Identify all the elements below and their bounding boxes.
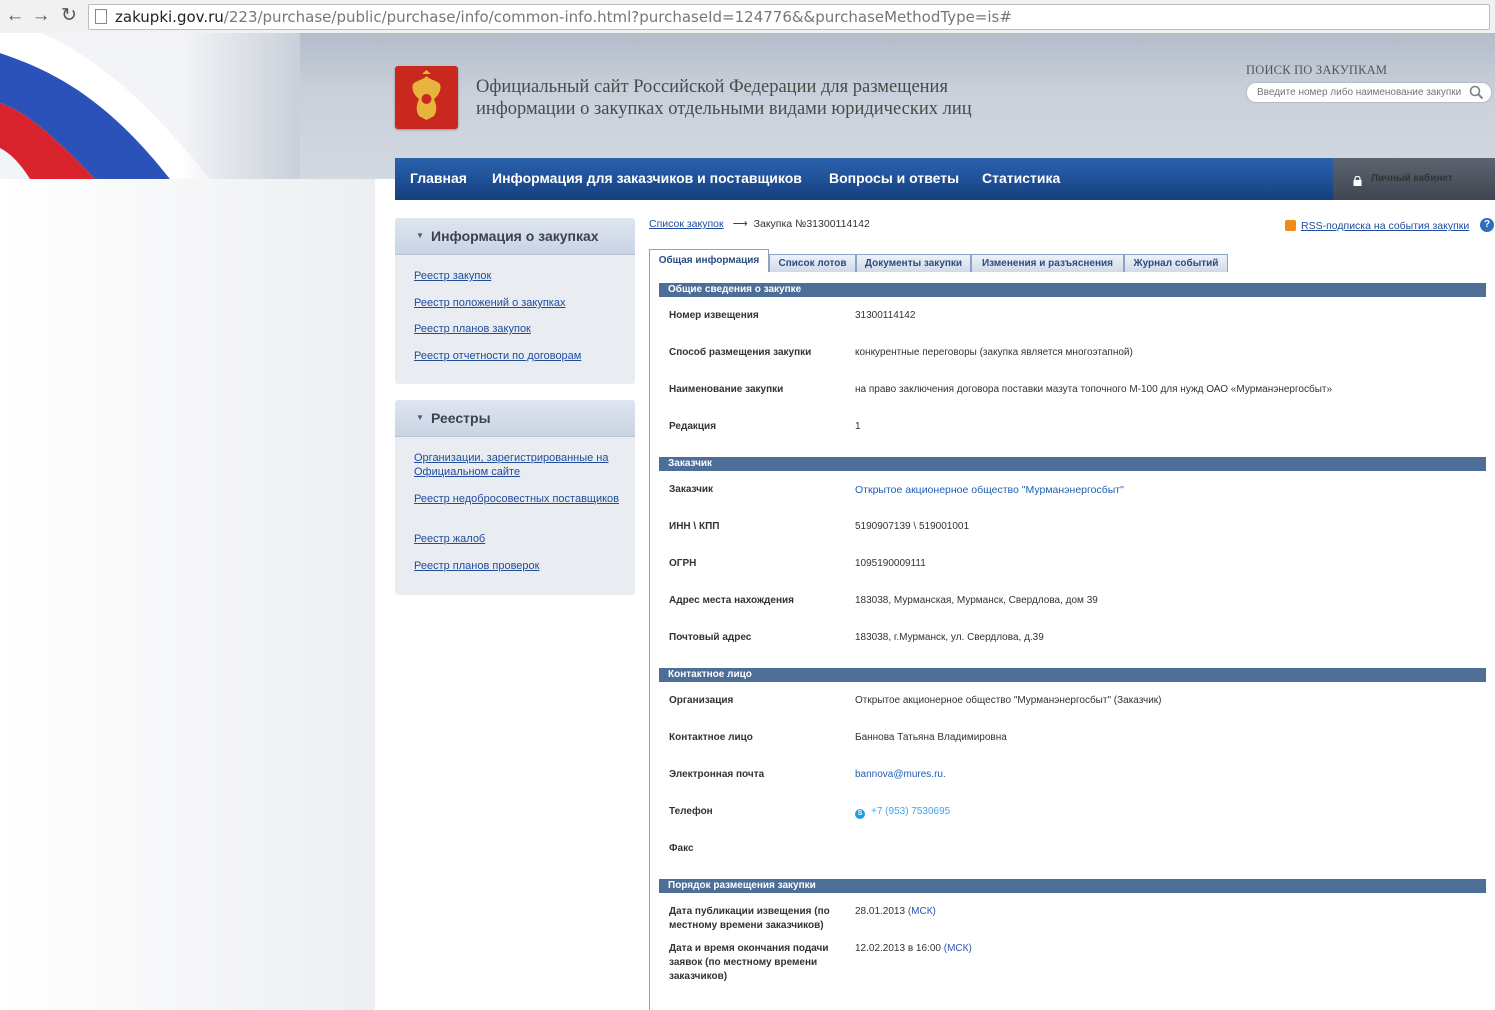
inn-kpp-value: 5190907139 \ 519001001 bbox=[855, 521, 970, 532]
field-label: Заказчик bbox=[669, 484, 714, 495]
nav-item-info[interactable]: Информация для заказчиков и поставщиков bbox=[492, 158, 802, 200]
organization-value: Открытое акционерное общество "Мурманэне… bbox=[855, 695, 1162, 706]
tab-documents[interactable]: Документы закупки bbox=[856, 254, 971, 274]
field-label: ИНН \ КПП bbox=[669, 521, 720, 532]
section-header-order: Порядок размещения закупки bbox=[659, 879, 1486, 893]
field-label: Адрес места нахождения bbox=[669, 595, 794, 606]
panel-title: Реестры bbox=[431, 410, 491, 426]
section-header-customer: Заказчик bbox=[659, 457, 1486, 471]
notice-number-value: 31300114142 bbox=[855, 310, 916, 321]
back-arrow-icon[interactable]: ← bbox=[4, 5, 26, 27]
collapse-triangle-icon: ▼ bbox=[416, 231, 424, 240]
field-label: Почтовый адрес bbox=[669, 632, 752, 643]
breadcrumb-link-purchases[interactable]: Список закупок bbox=[649, 218, 724, 230]
reload-icon[interactable]: ↻ bbox=[58, 5, 80, 27]
field-label: Способ размещения закупки bbox=[669, 347, 812, 358]
sidebar-link-complaints[interactable]: Реестр жалоб bbox=[414, 532, 624, 546]
help-icon[interactable]: ? bbox=[1480, 218, 1494, 232]
customer-link[interactable]: Открытое акционерное общество "Мурманэне… bbox=[855, 483, 1124, 497]
breadcrumb: Список закупок ⟶ Закупка №31300114142 bbox=[649, 218, 870, 230]
email-link[interactable]: bannova@mures.ru. bbox=[855, 768, 946, 782]
tab-changes[interactable]: Изменения и разъяснения bbox=[971, 254, 1124, 274]
search-field[interactable] bbox=[1246, 82, 1492, 103]
skype-icon: S bbox=[855, 809, 865, 819]
nav-item-home[interactable]: Главная bbox=[410, 158, 467, 200]
phone-link[interactable]: +7 (953) 7530695 bbox=[871, 806, 950, 817]
field-label: Телефон bbox=[669, 806, 713, 817]
sidebar-link-regulations-registry[interactable]: Реестр положений о закупках bbox=[414, 296, 624, 310]
panel-header[interactable]: ▼ Информация о закупках bbox=[395, 218, 635, 255]
location-address-value: 183038, Мурманская, Мурманск, Свердлова,… bbox=[855, 595, 1098, 606]
field-label: Дата публикации извещения (по местному в… bbox=[669, 906, 830, 931]
sidebar-link-unfair-suppliers[interactable]: Реестр недобросовестных поставщиков bbox=[414, 492, 624, 506]
sidebar-link-purchase-registry[interactable]: Реестр закупок bbox=[414, 269, 624, 283]
deadline-value: 12.02.2013 в 16:00 (МСК) bbox=[855, 943, 972, 954]
field-label: ОГРН bbox=[669, 558, 697, 569]
publication-date-value: 28.01.2013 (МСК) bbox=[855, 906, 936, 917]
url-text: zakupki.gov.ru/223/purchase/public/purch… bbox=[115, 8, 1012, 26]
purchase-name-value: на право заключения договора поставки ма… bbox=[855, 384, 1333, 395]
placement-method-value: конкурентные переговоры (закупка являетс… bbox=[855, 347, 1133, 358]
browser-toolbar: ← → ↻ zakupki.gov.ru/223/purchase/public… bbox=[0, 0, 1495, 34]
left-column-background bbox=[0, 179, 375, 1010]
panel-header[interactable]: ▼ Реестры bbox=[395, 400, 635, 437]
nav-item-faq[interactable]: Вопросы и ответы bbox=[829, 158, 959, 200]
page-icon bbox=[95, 9, 107, 24]
coat-of-arms-logo[interactable] bbox=[395, 66, 458, 129]
sidebar-panel-registries: ▼ Реестры Организации, зарегистрированны… bbox=[395, 400, 635, 595]
ogrn-value: 1095190009111 bbox=[855, 558, 926, 569]
sidebar-panel-purchases: ▼ Информация о закупках Реестр закупок Р… bbox=[395, 218, 635, 384]
section-header-contact: Контактное лицо bbox=[659, 668, 1486, 682]
field-label: Контактное лицо bbox=[669, 732, 753, 743]
panel-title: Информация о закупках bbox=[431, 228, 599, 244]
search-input[interactable] bbox=[1257, 85, 1462, 100]
field-label: Номер извещения bbox=[669, 310, 759, 321]
search-label: ПОИСК ПО ЗАКУПКАМ bbox=[1246, 63, 1388, 77]
site-title-line-1: Официальный сайт Российской Федерации дл… bbox=[476, 77, 948, 97]
address-bar[interactable]: zakupki.gov.ru/223/purchase/public/purch… bbox=[88, 4, 1490, 30]
field-label: Дата и время окончания подачи заявок (по… bbox=[669, 943, 829, 982]
sidebar-link-reports-registry[interactable]: Реестр отчетности по договорам bbox=[414, 349, 624, 363]
cabinet-label: Личный кабинет bbox=[1371, 173, 1453, 184]
field-label: Факс bbox=[669, 843, 694, 854]
field-label: Наименование закупки bbox=[669, 384, 784, 395]
field-label: Электронная почта bbox=[669, 769, 765, 780]
tab-events-log[interactable]: Журнал событий bbox=[1124, 254, 1228, 274]
collapse-triangle-icon: ▼ bbox=[416, 413, 424, 422]
tab-lots[interactable]: Список лотов bbox=[769, 254, 856, 274]
field-label: Организация bbox=[669, 695, 734, 706]
personal-cabinet-button[interactable]: Личный кабинет bbox=[1333, 158, 1495, 200]
forward-arrow-icon[interactable]: → bbox=[30, 5, 52, 27]
nav-item-statistics[interactable]: Статистика bbox=[982, 158, 1060, 200]
revision-value: 1 bbox=[855, 421, 861, 432]
section-header-general: Общие сведения о закупке bbox=[659, 283, 1486, 297]
sidebar-link-inspection-plans[interactable]: Реестр планов проверок bbox=[414, 559, 624, 573]
phone-value[interactable]: S +7 (953) 7530695 bbox=[855, 805, 950, 819]
tab-general-info[interactable]: Общая информация bbox=[649, 249, 769, 274]
contact-person-value: Баннова Татьяна Владимировна bbox=[855, 732, 1007, 743]
breadcrumb-arrow-icon: ⟶ bbox=[732, 218, 748, 230]
postal-address-value: 183038, г.Мурманск, ул. Свердлова, д.39 bbox=[855, 632, 1044, 643]
rss-link[interactable]: RSS-подписка на события закупки bbox=[1301, 220, 1469, 232]
russian-flag-banner bbox=[0, 33, 300, 179]
site-title: Официальный сайт Российской Федерации дл… bbox=[476, 76, 1036, 120]
main-navigation: Главная Информация для заказчиков и пост… bbox=[395, 158, 1333, 200]
sidebar-link-plans-registry[interactable]: Реестр планов закупок bbox=[414, 322, 624, 336]
rss-icon bbox=[1285, 220, 1296, 231]
site-title-line-2: информации о закупках отдельными видами … bbox=[476, 99, 972, 119]
breadcrumb-current: Закупка №31300114142 bbox=[753, 218, 870, 230]
sidebar-link-organizations[interactable]: Организации, зарегистрированные на Офици… bbox=[414, 451, 624, 479]
lock-icon bbox=[1353, 173, 1362, 186]
field-label: Редакция bbox=[669, 421, 717, 432]
search-icon[interactable] bbox=[1468, 84, 1485, 101]
